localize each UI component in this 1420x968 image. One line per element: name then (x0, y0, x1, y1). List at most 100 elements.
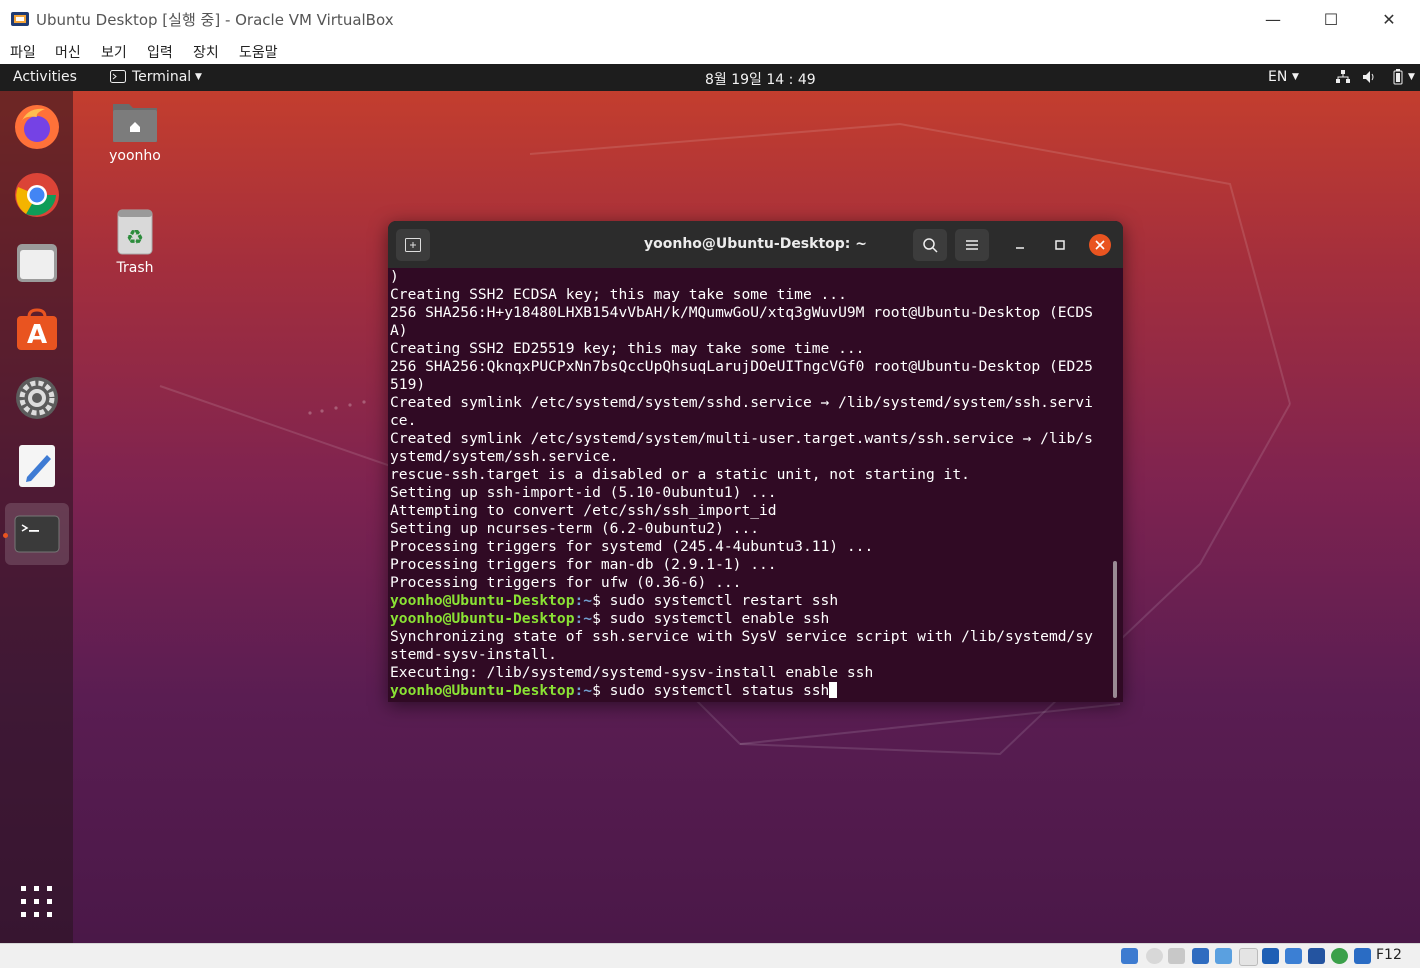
window-title: Ubuntu Desktop [실행 중] - Oracle VM Virtua… (36, 11, 394, 29)
menu-input[interactable]: 입력 (147, 42, 173, 62)
svg-text:A: A (27, 320, 47, 350)
files-icon (17, 244, 57, 282)
menu-file[interactable]: 파일 (10, 42, 36, 62)
terminal-menu-button[interactable] (955, 229, 989, 261)
software-center-icon: A (17, 308, 57, 350)
prompt-sign: $ (592, 592, 610, 609)
terminal-app-icon (110, 70, 126, 87)
menu-devices[interactable]: 장치 (193, 42, 219, 62)
usb-icon[interactable] (1215, 948, 1232, 964)
apps-grid-icon (21, 886, 52, 917)
shared-folder-icon[interactable] (1239, 948, 1258, 966)
desktop-icon-label: Trash (116, 260, 154, 276)
close-icon: ✕ (1382, 9, 1396, 29)
dock-firefox[interactable] (5, 96, 69, 158)
mouse-integration-icon[interactable] (1331, 948, 1348, 964)
vt-x-icon[interactable] (1308, 948, 1325, 964)
maximize-icon: ☐ (1323, 9, 1339, 29)
dock-software[interactable]: A (5, 299, 69, 361)
optical-icon[interactable] (1146, 948, 1163, 964)
search-button[interactable] (913, 229, 947, 261)
trash-icon: ♻ (117, 209, 153, 255)
terminal-line: ce. (390, 412, 417, 429)
gnome-top-bar: Activities Terminal ▼ 8월 19일 14 : 49 EN … (0, 64, 1420, 91)
prompt-line: yoonho@Ubuntu-Desktop:~$ sudo systemctl … (390, 592, 1112, 610)
terminal-line: Executing: /lib/systemd/systemd-sysv-ins… (390, 664, 874, 681)
terminal-line: Creating SSH2 ED25519 key; this may take… (390, 340, 865, 357)
minimize-icon: — (1265, 9, 1281, 29)
dock-terminal[interactable] (5, 503, 69, 565)
prompt-user: yoonho@Ubuntu-Desktop (390, 682, 575, 699)
dock-settings[interactable] (5, 367, 69, 429)
terminal-maximize-button[interactable] (1052, 237, 1068, 257)
terminal-line: Processing triggers for ufw (0.36-6) ... (390, 574, 742, 591)
terminal-line: Synchronizing state of ssh.service with … (390, 628, 1093, 645)
svg-text:♻: ♻ (126, 225, 144, 249)
host-key-label: F12 (1376, 947, 1402, 963)
close-button[interactable]: ✕ (1366, 4, 1412, 34)
terminal-line: Setting up ncurses-term (6.2-0ubuntu2) .… (390, 520, 760, 537)
search-icon (923, 238, 938, 253)
terminal-line: ) (390, 268, 399, 285)
chevron-down-icon: ▼ (195, 72, 202, 82)
home-folder-icon (113, 104, 157, 142)
menu-machine[interactable]: 머신 (55, 42, 81, 62)
volume-icon[interactable] (1361, 69, 1377, 89)
dock-files[interactable] (5, 232, 69, 294)
app-menu-terminal[interactable]: Terminal (132, 69, 191, 85)
show-applications-button[interactable] (5, 871, 69, 933)
menu-bar: 파일 머신 보기 입력 장치 도움말 (0, 38, 1420, 64)
minimize-button[interactable]: — (1250, 4, 1296, 34)
terminal-window[interactable]: yoonho@Ubuntu-Desktop: ~ ) Creating SSH2 … (388, 221, 1123, 702)
menu-help[interactable]: 도움말 (239, 42, 278, 62)
network-icon[interactable] (1335, 69, 1351, 89)
prompt-user: yoonho@Ubuntu-Desktop (390, 592, 575, 609)
menu-view[interactable]: 보기 (101, 42, 127, 62)
terminal-close-button[interactable] (1089, 234, 1111, 256)
prompt-line: yoonho@Ubuntu-Desktop:~$ sudo systemctl … (390, 610, 1112, 628)
prompt-path: :~ (574, 592, 593, 609)
display-icon[interactable] (1262, 948, 1279, 964)
chrome-icon (15, 173, 59, 217)
command-text: sudo systemctl enable ssh (609, 610, 830, 627)
input-language[interactable]: EN (1268, 69, 1287, 85)
battery-icon[interactable] (1390, 69, 1406, 89)
activities-button[interactable]: Activities (13, 69, 77, 85)
terminal-line: Processing triggers for man-db (2.9.1-1)… (390, 556, 777, 573)
terminal-line: 519) (390, 376, 426, 393)
prompt-path: :~ (574, 682, 593, 699)
terminal-line: Creating SSH2 ECDSA key; this may take s… (390, 286, 847, 303)
chevron-down-icon: ▼ (1292, 72, 1299, 82)
desktop-home-folder[interactable]: yoonho (90, 100, 180, 164)
audio-icon[interactable] (1168, 948, 1185, 964)
terminal-icon (14, 515, 60, 553)
prompt-sign: $ (592, 610, 610, 627)
desktop-trash[interactable]: ♻ Trash (90, 208, 180, 276)
settings-icon (16, 377, 58, 419)
terminal-line: Created symlink /etc/systemd/system/mult… (390, 430, 1093, 447)
clock[interactable]: 8월 19일 14 : 49 (705, 69, 816, 89)
network-icon[interactable] (1192, 948, 1209, 964)
close-icon (1095, 240, 1105, 250)
hdd-icon[interactable] (1121, 948, 1138, 964)
command-text: sudo systemctl restart ssh (609, 592, 839, 609)
terminal-line: Created symlink /etc/systemd/system/sshd… (390, 394, 1093, 411)
terminal-scrollbar[interactable] (1113, 561, 1117, 698)
power-menu-icon[interactable]: ▼ (1408, 72, 1415, 82)
terminal-headerbar: yoonho@Ubuntu-Desktop: ~ (388, 221, 1123, 268)
maximize-button[interactable]: ☐ (1308, 4, 1354, 34)
terminal-minimize-button[interactable] (1012, 237, 1028, 257)
keyboard-icon[interactable] (1354, 948, 1371, 964)
desktop-icon-label: yoonho (109, 148, 161, 164)
prompt-line-current[interactable]: yoonho@Ubuntu-Desktop:~$ sudo systemctl … (390, 682, 1112, 700)
running-indicator (3, 533, 8, 538)
terminal-line: stemd-sysv-install. (390, 646, 557, 663)
hamburger-menu-icon (966, 240, 978, 250)
recording-icon[interactable] (1285, 948, 1302, 964)
terminal-output[interactable]: ) Creating SSH2 ECDSA key; this may take … (390, 268, 1112, 702)
current-command-input[interactable]: sudo systemctl status ssh (610, 682, 830, 699)
firefox-icon (15, 105, 59, 149)
dock-chrome[interactable] (5, 164, 69, 226)
dock-text-editor[interactable] (5, 435, 69, 497)
text-cursor (829, 682, 838, 698)
